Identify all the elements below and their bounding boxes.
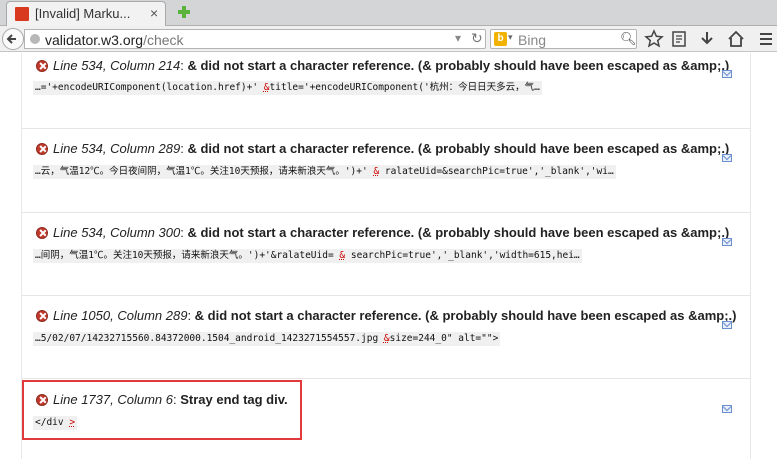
validator-results: Line 534, Column 214: & did not start a … [0,53,777,459]
extract-before: …5/02/07/14232715560.84372000.1504_andro… [35,333,379,344]
search-bar[interactable]: b ▾ Bing 🔍︎ [490,29,637,49]
error-icon [36,310,48,322]
mail-feedback-icon[interactable] [722,238,732,246]
tab-bar: [Invalid] Marku... × [0,0,777,26]
error-heading: Line 534, Column 289: & did not start a … [53,141,730,156]
bookmark-star-icon[interactable] [644,29,664,49]
source-extract: …云，气温12℃。今日夜间阴，气温1℃。关注10天预报，请来新浪天气。')+' … [33,165,616,179]
content-right-border [750,53,751,459]
mail-feedback-icon[interactable] [722,70,732,78]
search-input[interactable]: Bing [518,32,546,48]
error-entry: Line 534, Column 300: & did not start a … [22,213,750,296]
error-message: & did not start a character reference. (… [194,308,737,323]
tab-validator[interactable]: [Invalid] Marku... × [6,1,166,26]
new-tab-button[interactable] [176,4,192,20]
reading-list-icon[interactable] [669,29,689,49]
extract-mark: & [373,166,380,177]
globe-icon [30,34,40,44]
extract-before: …云，气温12℃。今日夜间阴，气温1℃。关注10天预报，请来新浪天气。')+' [35,166,368,177]
extract-mark: & [339,250,346,261]
bing-engine-icon[interactable]: b [494,32,507,46]
source-extract: …5/02/07/14232715560.84372000.1504_andro… [33,332,501,346]
error-location: Line 1050, Column 289 [53,308,188,323]
menu-icon[interactable] [756,29,776,49]
error-message: & did not start a character reference. (… [187,58,730,73]
error-location: Line 534, Column 214 [53,58,181,73]
mail-feedback-icon[interactable] [722,405,732,413]
error-message: & did not start a character reference. (… [187,141,730,156]
history-dropdown-icon[interactable]: ▾ [455,31,461,45]
search-icon[interactable]: 🔍︎ [620,31,637,47]
favicon-icon [15,7,29,21]
source-extract: …间阴，气温1℃。关注10天预报，请来新浪天气。')+'&ralateUid= … [33,249,582,263]
error-location: Line 534, Column 289 [53,141,181,156]
source-extract: …='+encodeURIComponent(location.href)+' … [33,81,542,95]
url-path: /check [143,32,184,48]
error-heading: Line 1050, Column 289: & did not start a… [53,308,737,323]
url-text[interactable]: validator.w3.org/check [45,32,184,48]
extract-after: title='+encodeURIComponent('杭州：今日日天多云，气… [269,82,540,93]
error-message: & did not start a character reference. (… [187,225,730,240]
extract-after: size=244_0" alt=""> [389,333,499,344]
error-heading: Line 534, Column 300: & did not start a … [53,225,730,240]
home-icon[interactable] [726,29,746,49]
error-location: Line 534, Column 300 [53,225,181,240]
engine-dropdown-icon[interactable]: ▾ [508,32,513,43]
navigation-bar: validator.w3.org/check ▾ ↻ b ▾ Bing 🔍︎ [0,26,777,52]
reload-icon[interactable]: ↻ [471,30,483,47]
extract-before: …间阴，气温1℃。关注10天预报，请来新浪天气。')+'&ralateUid= [35,250,334,261]
extract-after: searchPic=true','_blank','width=615,hei… [350,250,580,261]
back-arrow-icon [6,34,16,44]
error-entry: Line 534, Column 214: & did not start a … [22,53,750,129]
mail-feedback-icon[interactable] [722,154,732,162]
error-icon [36,60,48,72]
error-heading: Line 534, Column 214: & did not start a … [53,58,730,73]
error-icon [36,227,48,239]
tab-close-button[interactable]: × [150,5,158,21]
download-icon[interactable] [697,29,717,49]
error-entry: Line 534, Column 289: & did not start a … [22,129,750,213]
back-button[interactable] [2,28,24,50]
error-icon [36,143,48,155]
extract-after: ralateUid=&searchPic=true','_blank','wi… [384,166,614,177]
highlight-box [22,380,302,440]
url-host: validator.w3.org [45,32,144,48]
mail-feedback-icon[interactable] [722,321,732,329]
extract-before: …='+encodeURIComponent(location.href)+' [35,82,259,93]
tab-title: [Invalid] Marku... [35,6,131,21]
address-bar[interactable]: validator.w3.org/check ▾ ↻ [24,29,486,49]
error-entry: Line 1050, Column 289: & did not start a… [22,296,750,379]
